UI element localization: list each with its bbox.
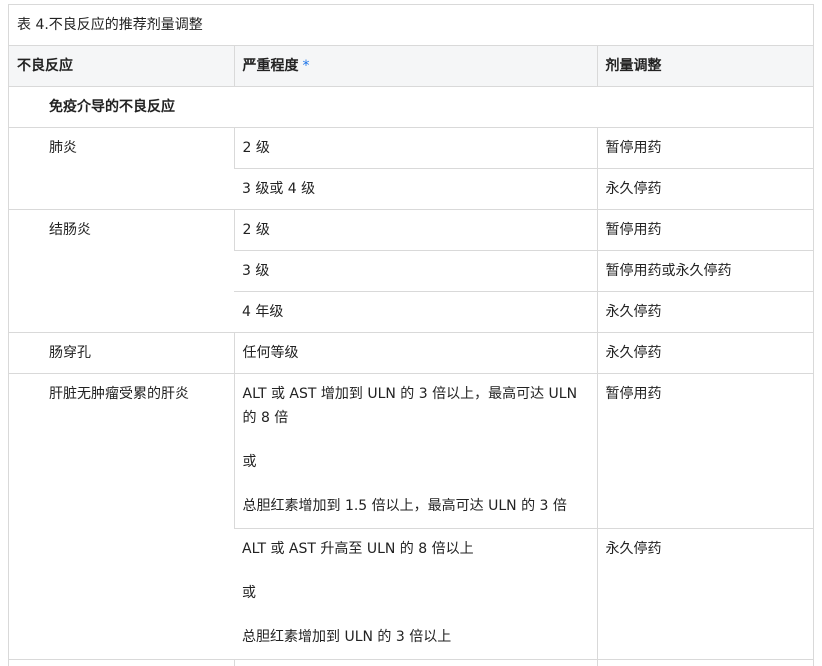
severity-cell: 2 级 xyxy=(234,210,597,251)
severity-line: ALT 或 AST 增加到 ULN 的 3 倍以上，最高可达 ULN 的 8 倍 xyxy=(243,382,589,430)
reaction-perforation: 肠穿孔 xyxy=(9,333,234,374)
table-row: 肝脏无肿瘤受累的肝炎 ALT 或 AST 增加到 ULN 的 3 倍以上，最高可… xyxy=(9,374,813,529)
header-adjustment: 剂量调整 xyxy=(597,46,813,87)
adjustment-cell: 永久停药 xyxy=(597,169,813,210)
adjustment-cell: 暂停用药 xyxy=(597,210,813,251)
severity-cell: 3 级或 4 级 xyxy=(234,169,597,210)
severity-cell: ALT 或 AST 升高至 ULN 的 8 倍以上 或 总胆红素增加到 ULN … xyxy=(234,529,597,660)
table-row-cutoff xyxy=(9,660,813,666)
severity-or: 或 xyxy=(243,450,589,474)
severity-cell: ALT 或 AST 增加到 ULN 的 3 倍以上，最高可达 ULN 的 8 倍… xyxy=(234,374,597,529)
severity-cell: 4 年级 xyxy=(234,292,597,333)
dose-adjustment-table-container: 表 4.不良反应的推荐剂量调整 不良反应 严重程度* 剂量调整 免疫介导的不良反… xyxy=(8,4,814,666)
severity-cell: 3 级 xyxy=(234,251,597,292)
adjustment-cell: 永久停药 xyxy=(597,333,813,374)
severity-line: ALT 或 AST 升高至 ULN 的 8 倍以上 xyxy=(242,537,589,561)
table-caption: 表 4.不良反应的推荐剂量调整 xyxy=(9,5,813,46)
table-row: 结肠炎 2 级 暂停用药 xyxy=(9,210,813,251)
section-title: 免疫介导的不良反应 xyxy=(9,87,813,128)
adjustment-cell: 暂停用药或永久停药 xyxy=(597,251,813,292)
reaction-pneumonitis: 肺炎 xyxy=(9,128,234,210)
adjustment-cell: 永久停药 xyxy=(597,529,813,660)
footnote-marker: * xyxy=(303,58,310,74)
dose-adjustment-table: 不良反应 严重程度* 剂量调整 免疫介导的不良反应 肺炎 2 级 暂停用药 3 … xyxy=(9,46,813,666)
reaction-hepatitis: 肝脏无肿瘤受累的肝炎 xyxy=(9,374,234,660)
table-row: 肠穿孔 任何等级 永久停药 xyxy=(9,333,813,374)
header-reaction: 不良反应 xyxy=(9,46,234,87)
severity-line: 总胆红素增加到 1.5 倍以上，最高可达 ULN 的 3 倍 xyxy=(243,494,589,518)
adjustment-cell: 暂停用药 xyxy=(597,128,813,169)
severity-line: 总胆红素增加到 ULN 的 3 倍以上 xyxy=(242,625,589,649)
adjustment-cell: 永久停药 xyxy=(597,292,813,333)
table-row: 肺炎 2 级 暂停用药 xyxy=(9,128,813,169)
cutoff-cell xyxy=(9,660,234,666)
cutoff-cell xyxy=(597,660,813,666)
header-severity: 严重程度* xyxy=(234,46,597,87)
section-row: 免疫介导的不良反应 xyxy=(9,87,813,128)
header-severity-label: 严重程度 xyxy=(243,58,299,74)
cutoff-cell xyxy=(234,660,597,666)
reaction-colitis: 结肠炎 xyxy=(9,210,234,333)
severity-or: 或 xyxy=(242,581,589,605)
severity-cell: 任何等级 xyxy=(234,333,597,374)
severity-cell: 2 级 xyxy=(234,128,597,169)
adjustment-cell: 暂停用药 xyxy=(597,374,813,529)
table-header-row: 不良反应 严重程度* 剂量调整 xyxy=(9,46,813,87)
